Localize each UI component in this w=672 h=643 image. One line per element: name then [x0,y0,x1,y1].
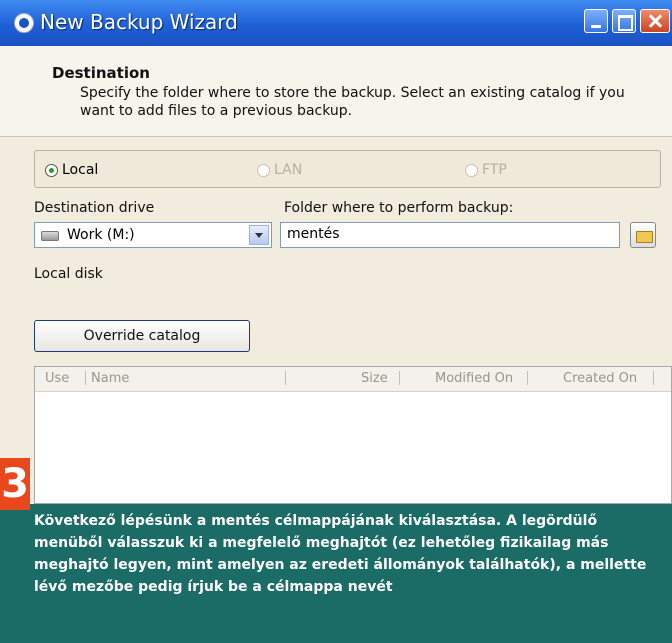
maximize-icon[interactable] [612,9,636,33]
column-header-created[interactable]: Created On [563,371,637,386]
column-divider[interactable] [285,371,286,385]
radio-button-icon[interactable] [45,163,58,177]
chevron-down-icon[interactable] [249,225,269,245]
radio-local-label: Local [62,162,99,178]
page-title: Destination [52,64,150,82]
article-caption: Következő lépésünk a mentés célmappájána… [0,504,672,643]
radio-button-icon[interactable] [257,163,270,177]
minimize-icon[interactable] [584,9,608,33]
file-list[interactable]: Use Name Size Modified On Created On [34,366,672,504]
backup-wizard-window: New Backup Wizard Destination Specify th… [0,0,672,643]
column-divider[interactable] [85,371,86,385]
app-icon [14,13,34,33]
column-header-use[interactable]: Use [45,371,69,386]
override-catalog-button[interactable]: Override catalog [34,320,250,352]
wizard-header: Destination Specify the folder where to … [0,46,672,137]
column-divider[interactable] [653,371,654,385]
column-header-size[interactable]: Size [361,371,388,386]
caption-text: Következő lépésünk a mentés célmappájána… [34,513,647,595]
folder-input[interactable]: mentés [280,222,620,248]
browse-folder-button[interactable] [630,222,656,248]
radio-button-icon[interactable] [465,163,478,177]
step-number-badge: 3 [0,458,30,510]
page-description: Specify the folder where to store the ba… [80,85,625,119]
radio-local[interactable]: Local [45,162,98,178]
window-title: New Backup Wizard [40,10,238,34]
title-bar[interactable]: New Backup Wizard [0,0,672,46]
close-icon[interactable] [640,9,670,33]
column-header-modified[interactable]: Modified On [435,371,513,386]
drive-value: Work (M:) [67,227,135,243]
destination-drive-label: Destination drive [34,200,155,216]
file-list-header: Use Name Size Modified On Created On [35,367,671,392]
column-divider[interactable] [399,371,400,385]
column-divider[interactable] [527,371,528,385]
folder-icon [636,231,653,243]
destination-drive-select[interactable]: Work (M:) [34,222,272,248]
radio-lan-label: LAN [274,162,303,178]
location-radio-group: Local LAN FTP [34,150,661,188]
drive-type-label: Local disk [34,266,103,282]
hard-drive-icon [41,231,59,241]
radio-ftp-label: FTP [482,162,507,178]
folder-label: Folder where to perform backup: [284,200,514,216]
column-header-name[interactable]: Name [91,371,129,386]
radio-ftp[interactable]: FTP [465,162,507,178]
radio-lan[interactable]: LAN [257,162,302,178]
